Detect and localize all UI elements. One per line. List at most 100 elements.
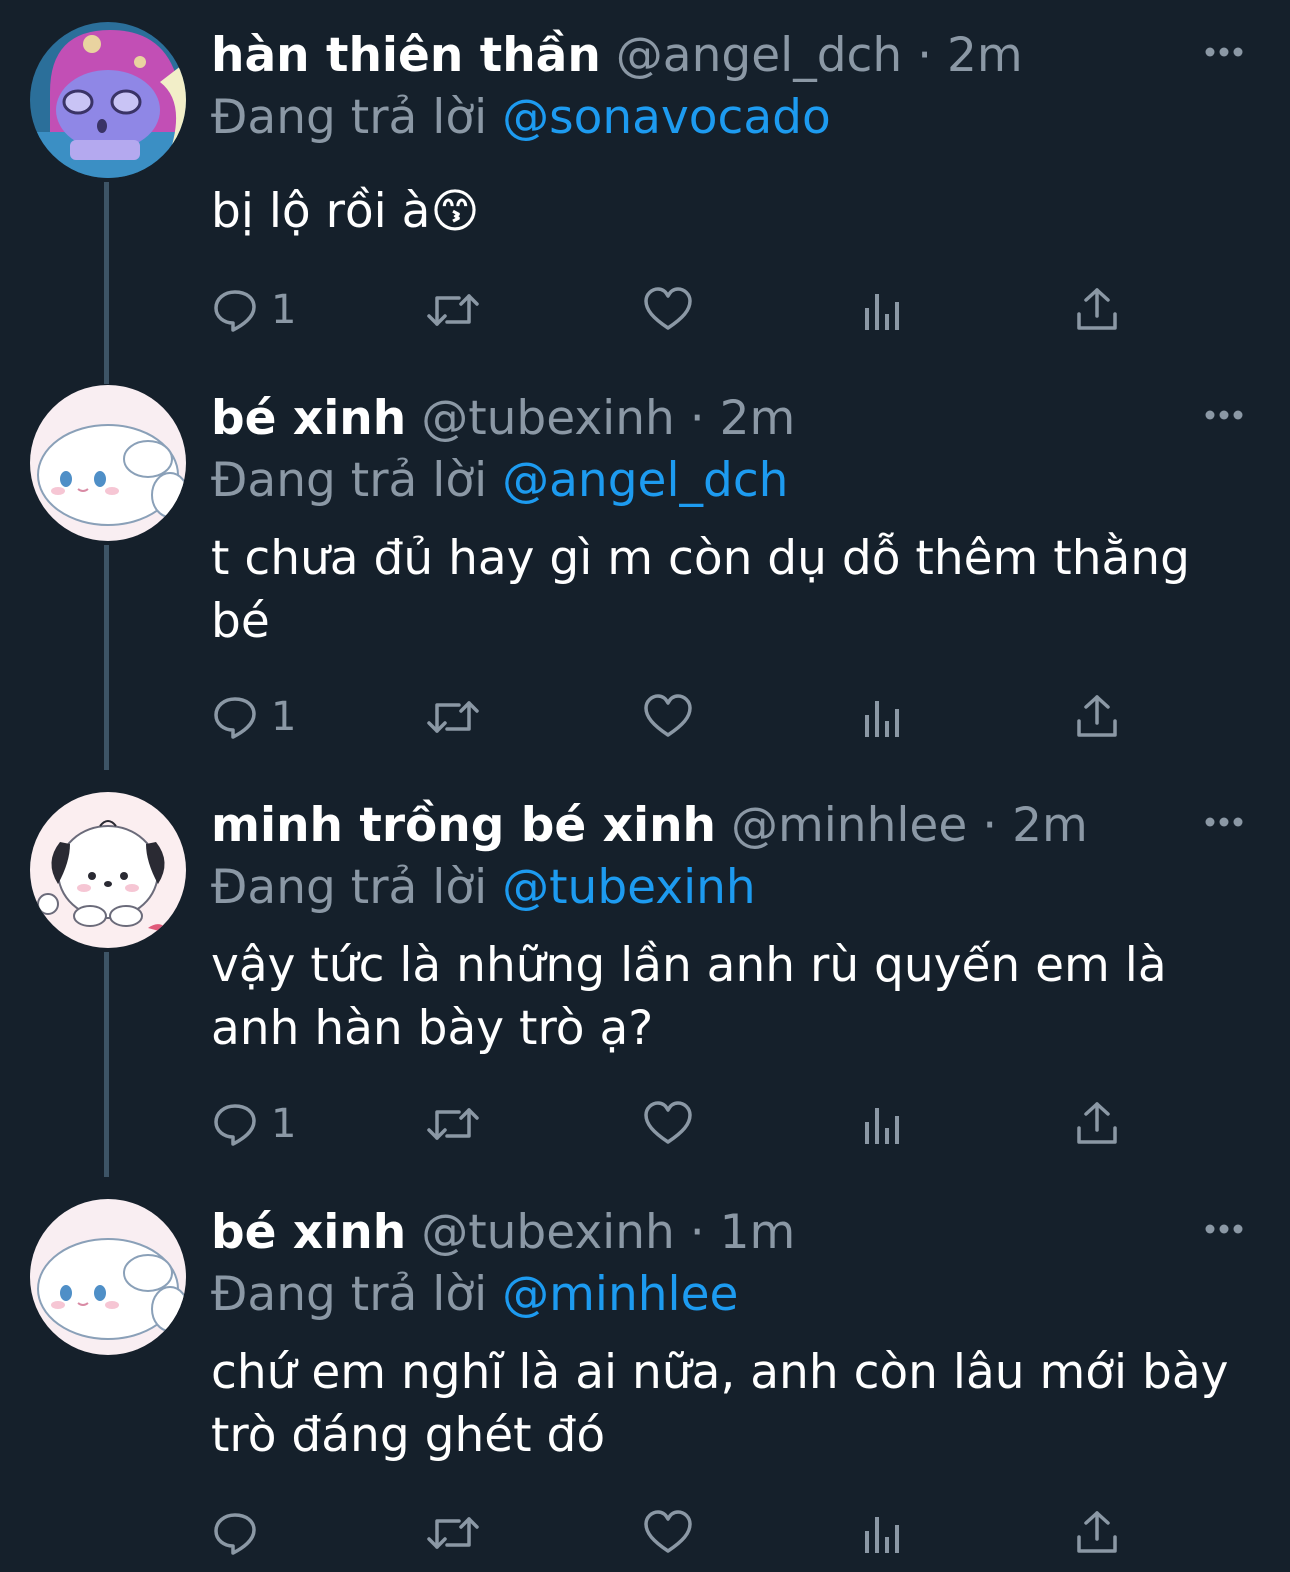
mention-link[interactable]: @angel_dch xyxy=(502,453,788,508)
views-button[interactable] xyxy=(861,284,905,336)
like-button[interactable] xyxy=(643,1507,693,1559)
retweet-icon xyxy=(427,1108,479,1140)
display-name[interactable]: bé xinh xyxy=(211,391,406,446)
share-icon xyxy=(1077,288,1117,330)
tweet-text-line: t chưa đủ hay gì m còn dụ dỗ thêm thằng xyxy=(211,531,1190,586)
reply-count: 1 xyxy=(271,287,297,333)
timestamp[interactable]: 2m xyxy=(720,391,796,446)
replying-to: Đang trả lời @angel_dch xyxy=(211,453,788,509)
retweet-icon xyxy=(427,1517,479,1549)
tweet-text-line: vậy tức là những lần anh rù quyến em là xyxy=(211,938,1167,993)
thread-connector xyxy=(104,182,109,384)
display-name[interactable]: hàn thiên thần xyxy=(211,28,601,83)
avatar[interactable] xyxy=(30,1199,186,1355)
separator: · xyxy=(917,28,933,83)
cinnamoroll-avatar-icon xyxy=(30,1199,186,1355)
analytics-icon xyxy=(865,294,899,330)
more-dots-icon xyxy=(1205,47,1243,57)
share-button[interactable] xyxy=(1075,284,1119,336)
analytics-icon xyxy=(865,1108,899,1144)
thread-connector xyxy=(104,545,109,770)
more-options-button[interactable] xyxy=(1204,1217,1244,1241)
retweet-button[interactable] xyxy=(425,1098,481,1150)
views-button[interactable] xyxy=(861,691,905,743)
share-button[interactable] xyxy=(1075,1098,1119,1150)
share-button[interactable] xyxy=(1075,691,1119,743)
replying-to-label: Đang trả lời xyxy=(211,860,488,915)
retweet-button[interactable] xyxy=(425,284,481,336)
replying-to: Đang trả lời @minhlee xyxy=(211,1267,738,1323)
share-button[interactable] xyxy=(1075,1507,1119,1559)
timestamp[interactable]: 1m xyxy=(720,1205,796,1260)
analytics-icon xyxy=(865,701,899,737)
separator: · xyxy=(689,1205,705,1260)
reply-button[interactable]: 1 xyxy=(211,284,296,336)
tweet-text: vậy tức là những lần anh rù quyến em là … xyxy=(211,934,1251,1060)
more-dots-icon xyxy=(1205,410,1243,420)
reply-button[interactable]: 1 xyxy=(211,1098,296,1150)
tweet-header: bé xinh @tubexinh · 2m xyxy=(211,391,795,447)
mention-link[interactable]: @minhlee xyxy=(502,1267,738,1322)
more-options-button[interactable] xyxy=(1204,810,1244,834)
more-options-button[interactable] xyxy=(1204,403,1244,427)
views-button[interactable] xyxy=(861,1507,905,1559)
replying-to-label: Đang trả lời xyxy=(211,453,488,508)
tweet-text-content: bị lộ rồi à xyxy=(211,184,431,239)
tweet-text-line: chứ em nghĩ là ai nữa, anh còn lâu mới b… xyxy=(211,1345,1229,1400)
tweet-text-line: bé xyxy=(211,594,270,649)
tweet-2[interactable]: bé xinh @tubexinh · 2m Đang trả lời @ang… xyxy=(0,363,1290,770)
tweet-text: chứ em nghĩ là ai nữa, anh còn lâu mới b… xyxy=(211,1341,1251,1467)
like-button[interactable] xyxy=(643,1098,693,1150)
share-icon xyxy=(1077,695,1117,737)
more-dots-icon xyxy=(1205,1224,1243,1234)
like-button[interactable] xyxy=(643,284,693,336)
action-bar: 1 xyxy=(211,284,1211,336)
timestamp[interactable]: 2m xyxy=(1012,798,1088,853)
reply-icon xyxy=(214,1513,256,1555)
user-handle[interactable]: @angel_dch xyxy=(616,28,902,83)
retweet-button[interactable] xyxy=(425,691,481,743)
avatar[interactable] xyxy=(30,385,186,541)
reply-icon xyxy=(214,1104,256,1146)
avatar[interactable] xyxy=(30,792,186,948)
mention-link[interactable]: @tubexinh xyxy=(502,860,756,915)
mention-link[interactable]: @sonavocado xyxy=(502,90,831,145)
tweet-1[interactable]: hàn thiên thần @angel_dch · 2m Đang trả … xyxy=(0,0,1290,384)
tweet-text-line: anh hàn bày trò ạ? xyxy=(211,1001,654,1056)
tweet-text: t chưa đủ hay gì m còn dụ dỗ thêm thằng … xyxy=(211,527,1251,653)
like-button[interactable] xyxy=(643,691,693,743)
emoji: 😙 xyxy=(430,184,480,239)
heart-icon xyxy=(644,1510,692,1553)
reply-thread: hàn thiên thần @angel_dch · 2m Đang trả … xyxy=(0,0,1290,1572)
user-handle[interactable]: @tubexinh xyxy=(421,1205,675,1260)
tweet-text: bị lộ rồi à😙 xyxy=(211,180,1251,243)
action-bar: 1 xyxy=(211,1098,1211,1150)
tweet-4[interactable]: bé xinh @tubexinh · 1m Đang trả lời @min… xyxy=(0,1177,1290,1572)
reply-button[interactable]: 1 xyxy=(211,691,296,743)
thread-connector xyxy=(104,952,109,1177)
analytics-icon xyxy=(865,1517,899,1553)
replying-to-label: Đang trả lời xyxy=(211,1267,488,1322)
tweet-3[interactable]: minh trồng bé xinh @minhlee · 2m Đang tr… xyxy=(0,770,1290,1177)
tweet-header: minh trồng bé xinh @minhlee · 2m xyxy=(211,798,1088,854)
replying-to: Đang trả lời @sonavocado xyxy=(211,90,831,146)
timestamp[interactable]: 2m xyxy=(947,28,1023,83)
display-name[interactable]: minh trồng bé xinh xyxy=(211,798,716,853)
replying-to-label: Đang trả lời xyxy=(211,90,488,145)
avatar[interactable] xyxy=(30,22,186,178)
reply-count: 1 xyxy=(271,694,297,740)
more-options-button[interactable] xyxy=(1204,40,1244,64)
user-handle[interactable]: @tubexinh xyxy=(421,391,675,446)
retweet-button[interactable] xyxy=(425,1507,481,1559)
tweet-header: bé xinh @tubexinh · 1m xyxy=(211,1205,795,1261)
pochacco-avatar-icon xyxy=(30,792,186,948)
tweet-header: hàn thiên thần @angel_dch · 2m xyxy=(211,28,1023,84)
display-name[interactable]: bé xinh xyxy=(211,1205,406,1260)
reply-icon xyxy=(214,290,256,332)
reply-button[interactable] xyxy=(211,1507,271,1559)
reply-icon xyxy=(214,697,256,739)
views-button[interactable] xyxy=(861,1098,905,1150)
tweet-text-line: trò đáng ghét đó xyxy=(211,1408,606,1463)
user-handle[interactable]: @minhlee xyxy=(731,798,967,853)
separator: · xyxy=(689,391,705,446)
